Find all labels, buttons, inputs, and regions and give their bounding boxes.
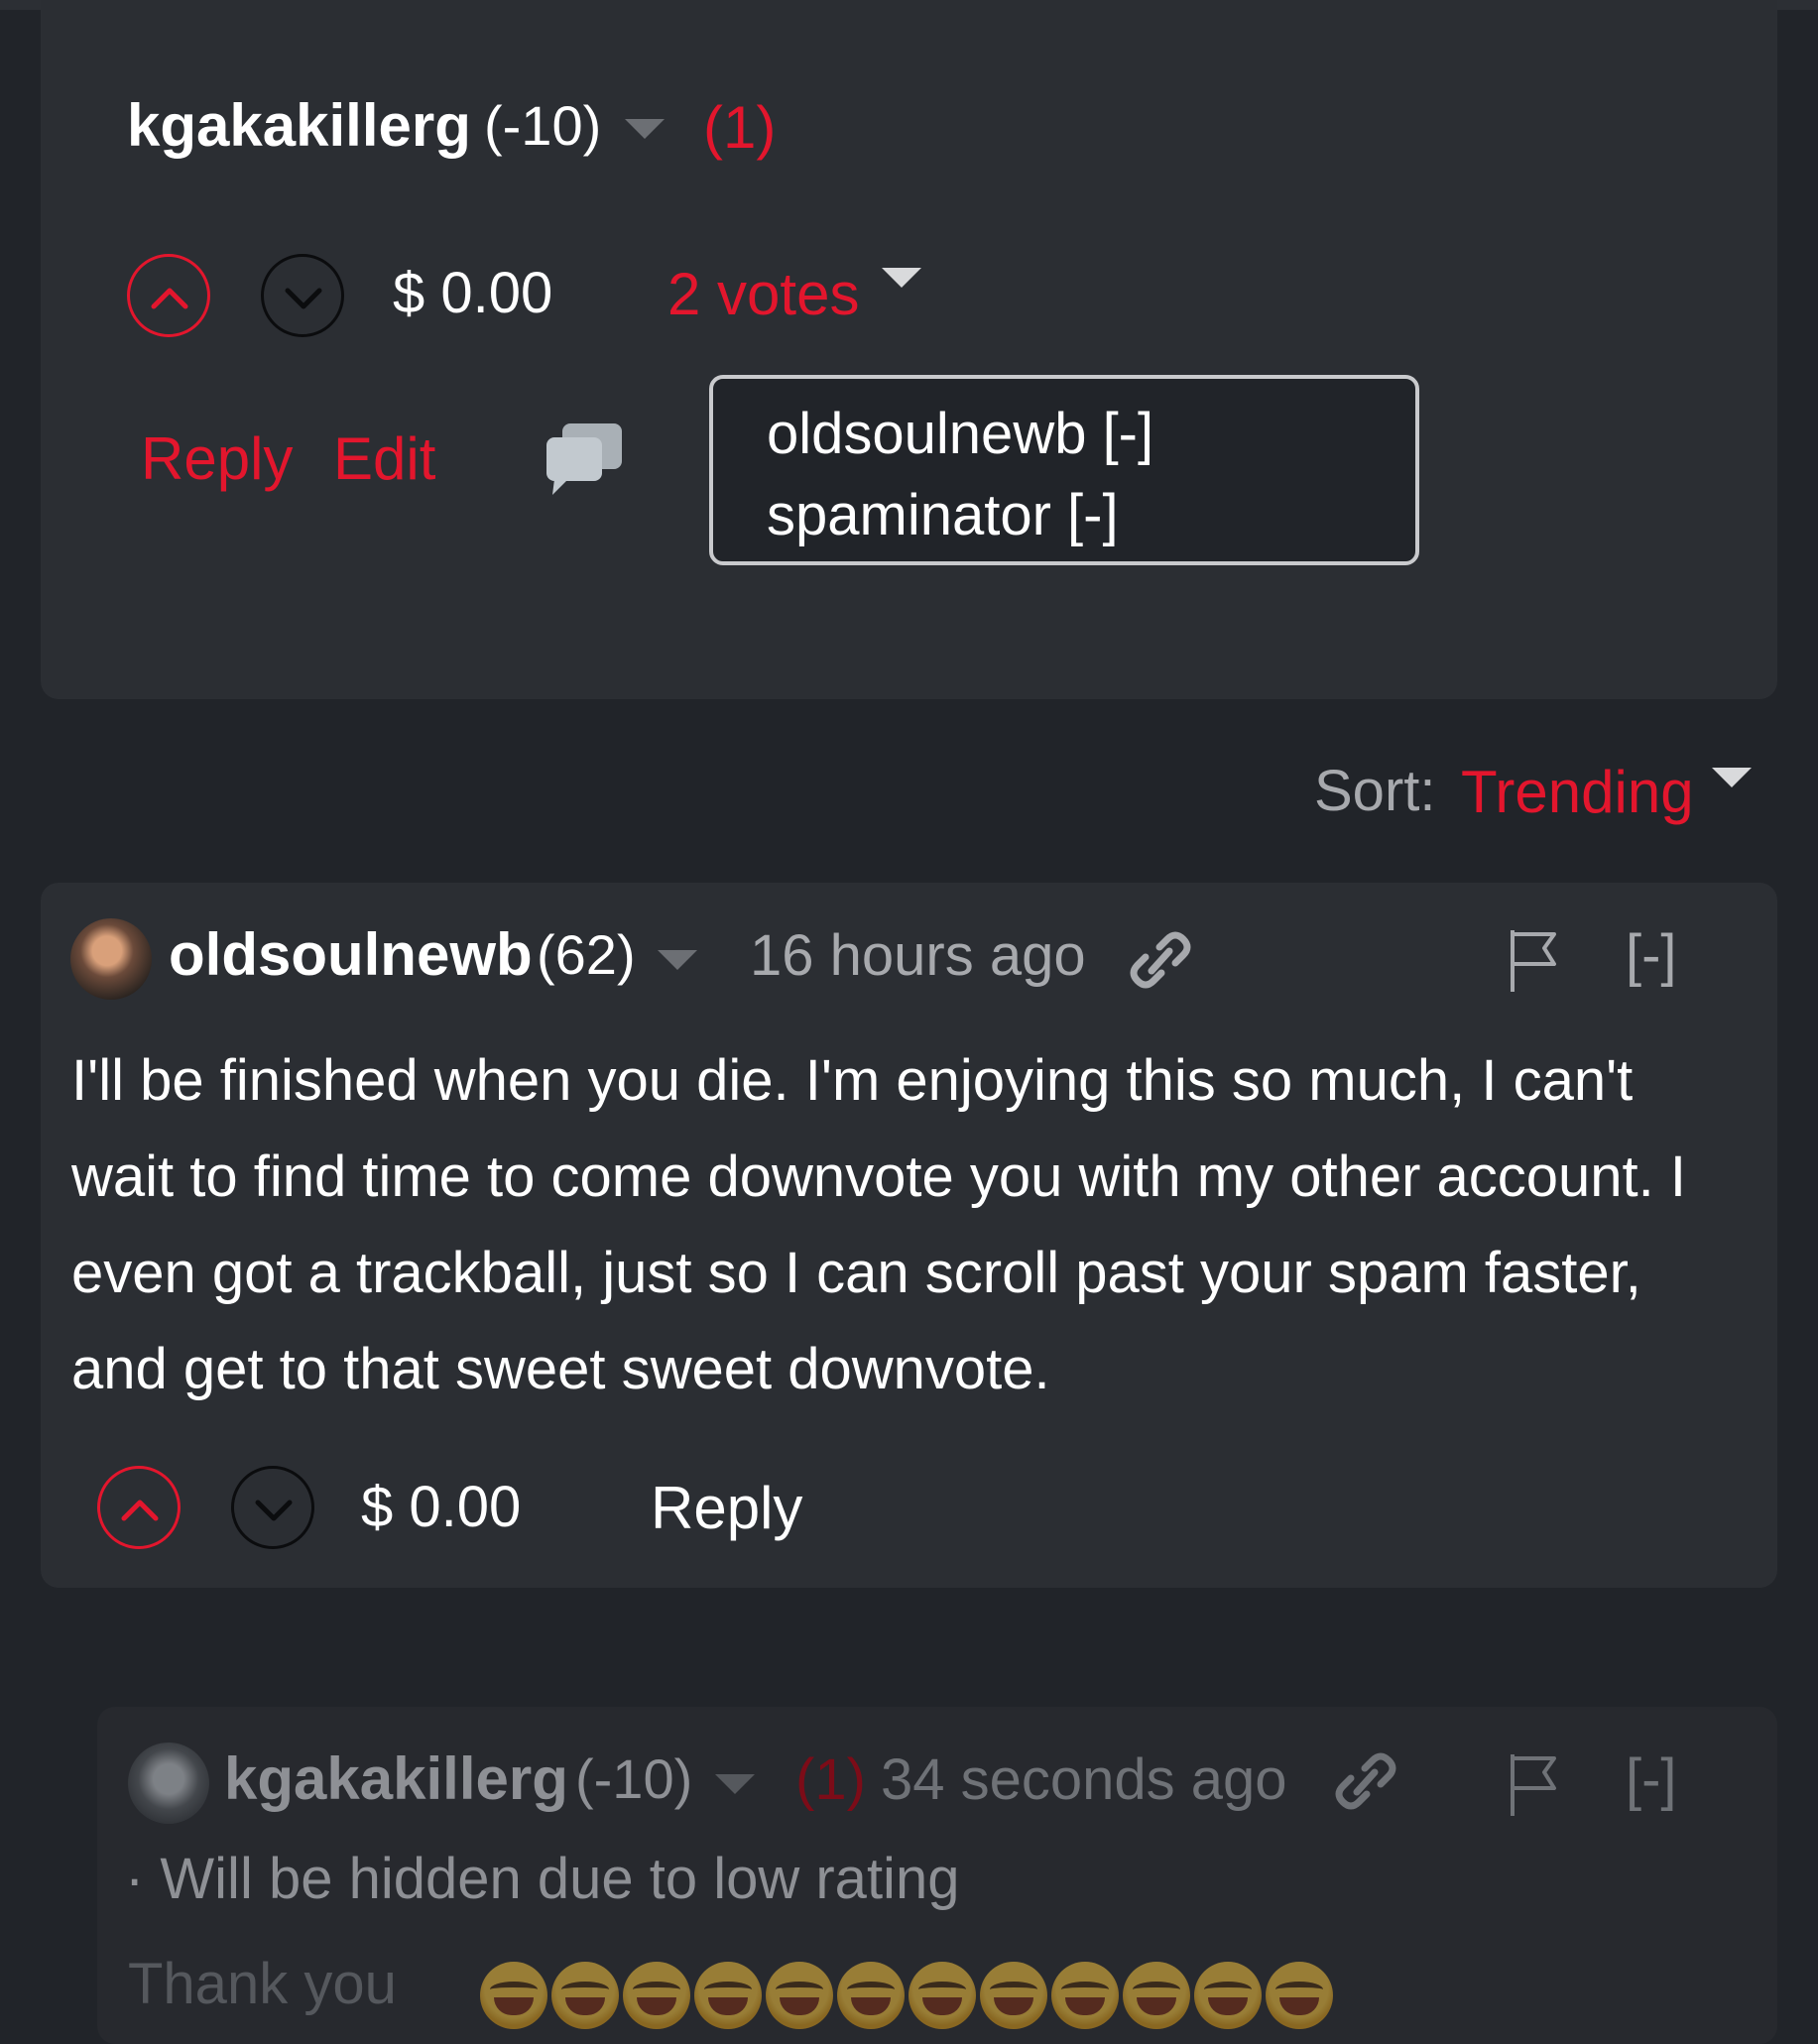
sort-dropdown[interactable]: Trending — [1461, 758, 1694, 826]
parent-payout[interactable]: $ 0.00 — [393, 260, 552, 326]
parent-reply-link[interactable]: Reply — [141, 424, 293, 493]
laughing-emoji-icon — [1123, 1962, 1190, 2029]
voter-item-oldsoulnewb[interactable]: oldsoulnewb [-] — [767, 401, 1153, 467]
comment-body: I'll be finished when you die. I'm enjoy… — [71, 1048, 1686, 1401]
comment-author-reputation: (62) — [537, 923, 636, 986]
parent-author-name[interactable]: kgakakillerg — [127, 91, 471, 160]
reply-collapse-button[interactable]: [-] — [1626, 1746, 1677, 1813]
collapse-button[interactable]: [-] — [1626, 922, 1677, 989]
flag-icon[interactable] — [1507, 926, 1560, 994]
avatar[interactable] — [128, 1743, 209, 1824]
voter-item-spaminator[interactable]: spaminator [-] — [767, 482, 1119, 548]
laughing-emoji-icon — [480, 1962, 547, 2029]
reply-timestamp[interactable]: 34 seconds ago — [881, 1746, 1287, 1813]
parent-downvote-button[interactable] — [261, 254, 344, 337]
chat-bubbles-icon[interactable] — [543, 421, 626, 497]
laughing-emoji-icon — [980, 1962, 1047, 2029]
emoji-row — [480, 1962, 1333, 2029]
comment-upvote-button[interactable] — [97, 1466, 181, 1549]
laughing-emoji-icon — [766, 1962, 833, 2029]
link-icon[interactable] — [1130, 925, 1191, 995]
parent-votes-toggle[interactable]: 2 votes — [667, 260, 859, 328]
laughing-emoji-icon — [551, 1962, 619, 2029]
chevron-up-icon — [151, 288, 188, 309]
laughing-emoji-icon — [1051, 1962, 1119, 2029]
parent-upvote-button[interactable] — [127, 254, 210, 337]
comment-author-menu-caret-icon[interactable] — [658, 950, 697, 970]
laughing-emoji-icon — [909, 1962, 976, 2029]
flag-icon[interactable] — [1507, 1750, 1560, 1818]
parent-author-menu-caret-icon[interactable] — [625, 119, 665, 139]
votes-caret-icon[interactable] — [882, 268, 921, 288]
comment-timestamp[interactable]: 16 hours ago — [750, 922, 1086, 989]
hidden-notice: · Will be hidden due to low rating — [125, 1847, 960, 1911]
chevron-up-icon — [121, 1500, 159, 1521]
laughing-emoji-icon — [1194, 1962, 1262, 2029]
chevron-down-icon — [285, 288, 322, 309]
sort-label: Sort: — [1314, 759, 1436, 823]
reply-body-text: Thank you — [128, 1952, 397, 2016]
link-icon[interactable] — [1335, 1746, 1396, 1816]
comment-downvote-button[interactable] — [231, 1466, 314, 1549]
avatar[interactable] — [70, 918, 152, 1000]
laughing-emoji-icon — [837, 1962, 905, 2029]
reply-author-reputation: (-10) — [575, 1747, 693, 1810]
parent-author-reputation: (-10) — [484, 94, 602, 157]
parent-edit-link[interactable]: Edit — [333, 424, 435, 493]
reply-author-menu-caret-icon[interactable] — [715, 1774, 755, 1794]
chevron-down-icon — [255, 1500, 293, 1521]
sort-caret-icon[interactable] — [1712, 768, 1752, 787]
laughing-emoji-icon — [1266, 1962, 1333, 2029]
laughing-emoji-icon — [694, 1962, 762, 2029]
voters-dropdown: oldsoulnewb [-] spaminator [-] — [709, 375, 1419, 565]
parent-comment-card: kgakakillerg (-10) (1) $ 0.00 2 votes Re… — [41, 0, 1777, 699]
comment-reply-button[interactable]: Reply — [651, 1474, 802, 1542]
laughing-emoji-icon — [623, 1962, 690, 2029]
comment-author-name[interactable]: oldsoulnewb — [169, 920, 533, 989]
parent-count-badge: (1) — [703, 94, 777, 161]
comment-payout[interactable]: $ 0.00 — [361, 1474, 521, 1540]
reply-author-name[interactable]: kgakakillerg — [224, 1744, 568, 1813]
reply-count-badge: (1) — [795, 1747, 866, 1812]
